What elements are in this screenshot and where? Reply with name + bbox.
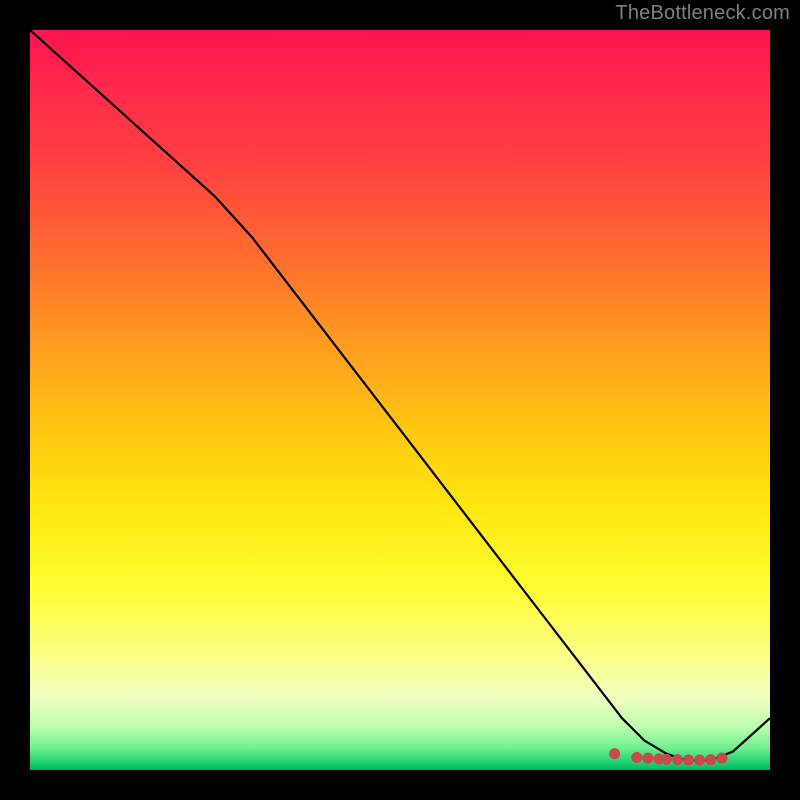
data-marker (632, 752, 642, 762)
data-marker (706, 755, 716, 765)
data-marker (695, 755, 705, 765)
chart-overlay (30, 30, 770, 770)
marker-group (610, 749, 727, 765)
data-marker (610, 749, 620, 759)
data-marker (684, 755, 694, 765)
data-marker (661, 754, 671, 764)
data-marker (643, 753, 653, 763)
watermark-text: TheBottleneck.com (615, 2, 790, 25)
bottleneck-curve (30, 30, 770, 760)
chart-frame: TheBottleneck.com (0, 0, 800, 800)
data-marker (717, 753, 727, 763)
data-marker (673, 755, 683, 765)
